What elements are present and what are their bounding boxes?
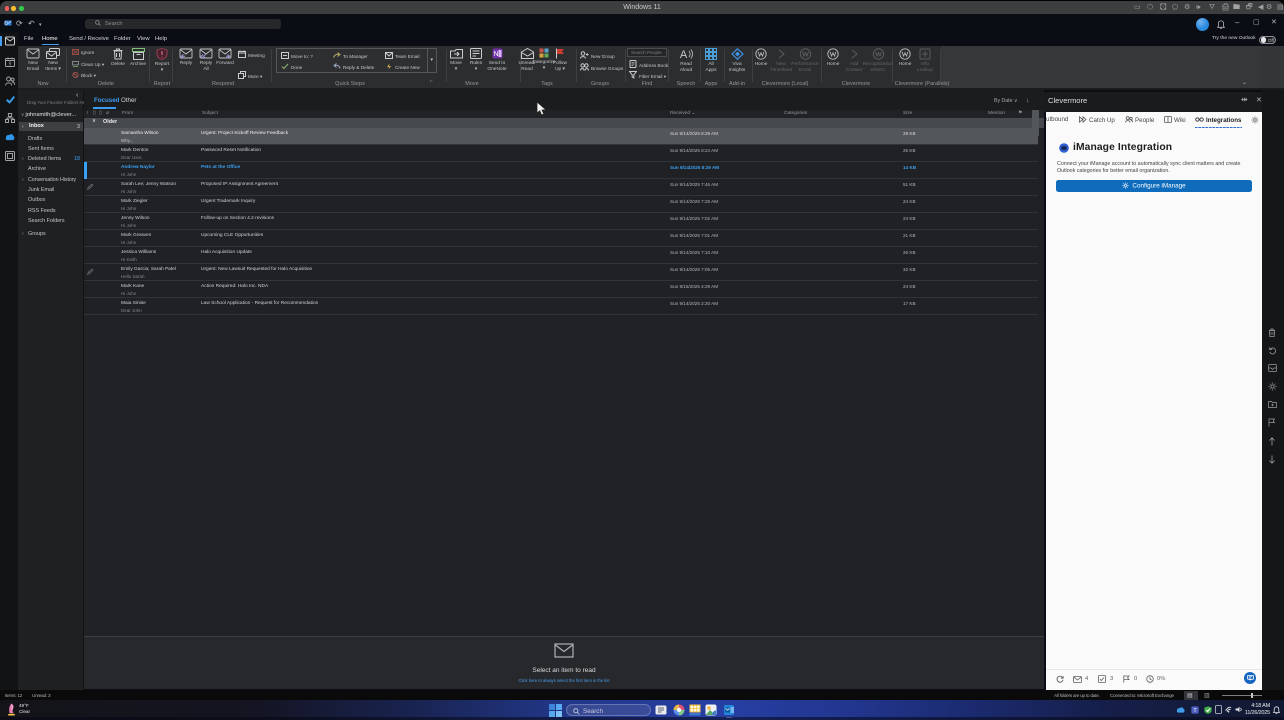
svg-text:A: A — [680, 49, 688, 60]
svg-text:N: N — [493, 51, 498, 58]
svg-text:O: O — [5, 22, 8, 26]
svg-text:9: 9 — [9, 62, 12, 68]
